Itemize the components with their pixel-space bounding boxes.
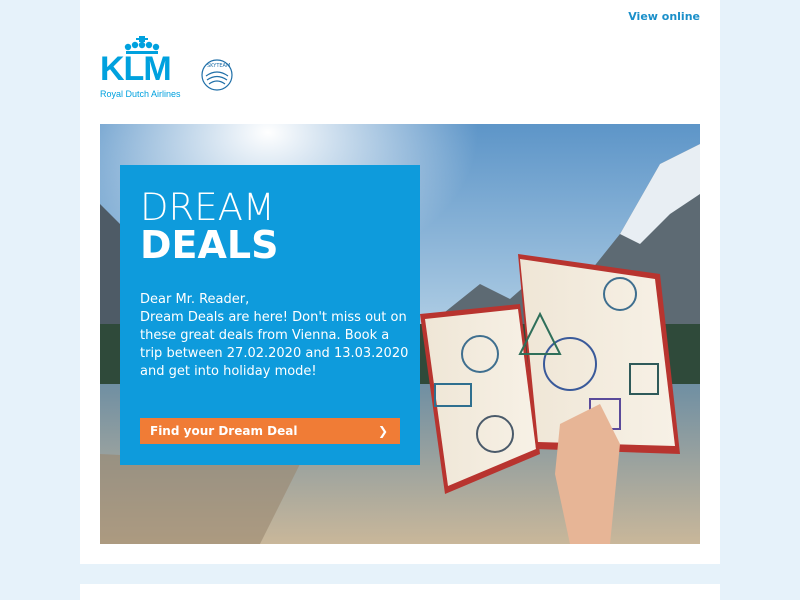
view-online-link[interactable]: View online — [628, 10, 700, 23]
hero-banner[interactable]: DREAM DEALS Dear Mr. Reader, Dream Deals… — [100, 124, 700, 544]
next-section-card — [80, 584, 720, 600]
promo-greeting: Dear Mr. Reader, — [140, 292, 250, 307]
logo-subtitle: Royal Dutch Airlines — [100, 89, 181, 99]
cta-label: Find your Dream Deal — [150, 424, 298, 438]
find-dream-deal-button[interactable]: Find your Dream Deal ❯ — [140, 418, 400, 444]
skyteam-text: SKYTEAM — [207, 63, 230, 69]
logo-wordmark: KLM — [100, 50, 172, 88]
email-card: View online KLM Royal Dutch Airlines SKY… — [80, 0, 720, 564]
promo-box: DREAM DEALS Dear Mr. Reader, Dream Deals… — [120, 165, 420, 465]
skyteam-logo-icon: SKYTEAM — [201, 59, 233, 91]
promo-body-text: Dream Deals are here! Don't miss out on … — [140, 310, 409, 379]
chevron-right-icon: ❯ — [377, 424, 388, 438]
klm-logo[interactable]: KLM Royal Dutch Airlines SKYTEAM — [100, 34, 240, 100]
promo-title-line2: DEALS — [140, 223, 279, 267]
